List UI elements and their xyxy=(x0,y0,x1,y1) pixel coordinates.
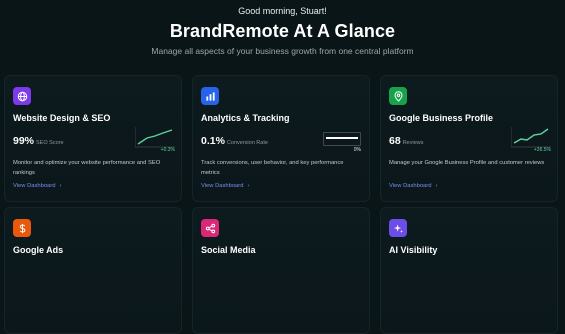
card-title: Google Ads xyxy=(13,245,64,255)
view-dashboard-link[interactable]: View Dashboard › xyxy=(13,183,61,189)
delta-badge: +36.5% xyxy=(533,147,551,153)
chevron-right-icon: › xyxy=(59,183,62,189)
metric: 99% SEO Score xyxy=(13,135,64,147)
share-icon xyxy=(201,219,219,237)
chevron-right-icon: › xyxy=(247,183,250,189)
metric-value: 0.1% xyxy=(201,135,225,147)
metric-value: 68 xyxy=(389,135,401,147)
dollar-icon xyxy=(13,219,31,237)
progress-value: 0% xyxy=(353,147,361,153)
progress-fill xyxy=(326,137,358,139)
metric: 68 Reviews xyxy=(389,135,423,147)
globe-icon xyxy=(13,87,31,105)
view-dashboard-link[interactable]: View Dashboard › xyxy=(201,183,249,189)
bar-chart-icon xyxy=(201,87,219,105)
card-website-seo: Website Design & SEO 99% SEO Score +0.3% … xyxy=(4,75,182,202)
progress-bar xyxy=(323,132,361,146)
card-description: Manage your Google Business Profile and … xyxy=(389,160,545,166)
metric-label: Conversion Rate xyxy=(226,140,268,146)
card-title: Website Design & SEO xyxy=(13,113,111,123)
card-social-media: Social Media xyxy=(192,207,370,334)
card-description: Track conversions, user behavior, and ke… xyxy=(201,160,344,176)
card-title: AI Visibility xyxy=(389,245,438,255)
view-dashboard-link[interactable]: View Dashboard › xyxy=(389,183,437,189)
metric-label: SEO Score xyxy=(36,140,64,146)
link-label: View Dashboard xyxy=(13,183,56,189)
metric-label: Reviews xyxy=(402,140,424,146)
card-title: Google Business Profile xyxy=(389,113,494,123)
card-title: Analytics & Tracking xyxy=(201,113,290,123)
sparkle-icon xyxy=(389,219,407,237)
card-google-business: Google Business Profile 68 Reviews +36.5%… xyxy=(380,75,558,202)
link-label: View Dashboard xyxy=(201,183,244,189)
metric-value: 99% xyxy=(13,135,35,147)
link-label: View Dashboard xyxy=(389,183,432,189)
greeting: Good morning, Stuart! xyxy=(238,6,327,16)
page-subtitle: Manage all aspects of your business grow… xyxy=(151,46,414,56)
chevron-right-icon: › xyxy=(435,183,438,189)
card-title: Social Media xyxy=(201,245,256,255)
map-pin-icon xyxy=(389,87,407,105)
card-analytics: Analytics & Tracking 0.1% Conversion Rate… xyxy=(192,75,370,202)
card-google-ads: Google Ads xyxy=(4,207,182,334)
card-description: Monitor and optimize your website perfor… xyxy=(13,160,161,176)
delta-badge: +0.3% xyxy=(160,147,175,153)
page-title: BrandRemote At A Glance xyxy=(169,21,396,41)
metric: 0.1% Conversion Rate xyxy=(201,135,268,147)
card-ai-visibility: AI Visibility xyxy=(380,207,558,334)
